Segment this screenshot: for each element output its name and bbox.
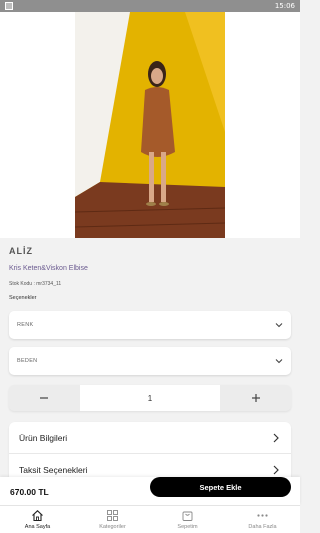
color-select-label: RENK — [17, 322, 34, 328]
bag-icon — [182, 511, 193, 521]
tab-cart[interactable]: Sepetim — [150, 506, 225, 533]
quantity-value[interactable]: 1 — [80, 385, 220, 411]
plus-icon — [252, 394, 260, 402]
color-select[interactable]: RENK — [9, 311, 291, 339]
tab-label: Ana Sayfa — [24, 524, 51, 530]
chevron-down-icon — [275, 323, 283, 328]
accordion-item-label: Taksit Seçenekleri — [19, 465, 88, 475]
tab-label: Daha Fazla — [248, 524, 277, 530]
tab-categories[interactable]: Kategoriler — [75, 506, 150, 533]
back-button[interactable] — [6, 16, 24, 34]
share-icon — [251, 18, 263, 32]
status-bar: 15:06 — [0, 0, 300, 12]
product-photo[interactable] — [75, 12, 225, 238]
accordion-item-product-info[interactable]: Ürün Bilgileri — [9, 422, 291, 454]
tab-more[interactable]: Daha Fazla — [225, 506, 300, 533]
grid-icon — [107, 510, 118, 521]
notification-icon — [5, 2, 13, 10]
tab-home[interactable]: Ana Sayfa — [0, 506, 75, 533]
decrease-quantity-button[interactable] — [9, 385, 79, 411]
chevron-down-icon — [275, 359, 283, 364]
size-select-label: BEDEN — [17, 358, 38, 364]
more-icon — [257, 514, 268, 517]
home-icon — [32, 510, 43, 522]
status-time: 15:06 — [274, 2, 295, 10]
add-to-cart-button[interactable]: Sepete Ekle — [150, 477, 291, 497]
product-image-area — [0, 12, 300, 238]
accordion-item-label: Ürün Bilgileri — [19, 433, 68, 443]
product-name: Kris Keten&Viskon Elbise — [9, 265, 88, 272]
share-button[interactable] — [248, 16, 266, 34]
quantity-stepper: 1 — [9, 385, 291, 411]
chevron-right-icon — [273, 465, 279, 475]
bottom-tab-bar: Ana Sayfa Kategoriler Sepetim Daha Fazla — [0, 505, 300, 533]
options-label: Seçenekler — [9, 295, 37, 301]
size-select[interactable]: BEDEN — [9, 347, 291, 375]
product-brand: ALİZ — [9, 246, 33, 256]
chevron-left-icon — [10, 19, 18, 31]
product-price: 670.00 TL — [10, 487, 49, 497]
stock-code: Stok Kodu : mr3734_11 — [9, 281, 62, 287]
tab-label: Kategoriler — [99, 524, 126, 530]
minus-icon — [40, 397, 48, 399]
tab-label: Sepetim — [177, 524, 198, 530]
increase-quantity-button[interactable] — [221, 385, 291, 411]
chevron-right-icon — [273, 433, 279, 443]
add-to-cart-bar: 670.00 TL Sepete Ekle — [0, 477, 300, 505]
